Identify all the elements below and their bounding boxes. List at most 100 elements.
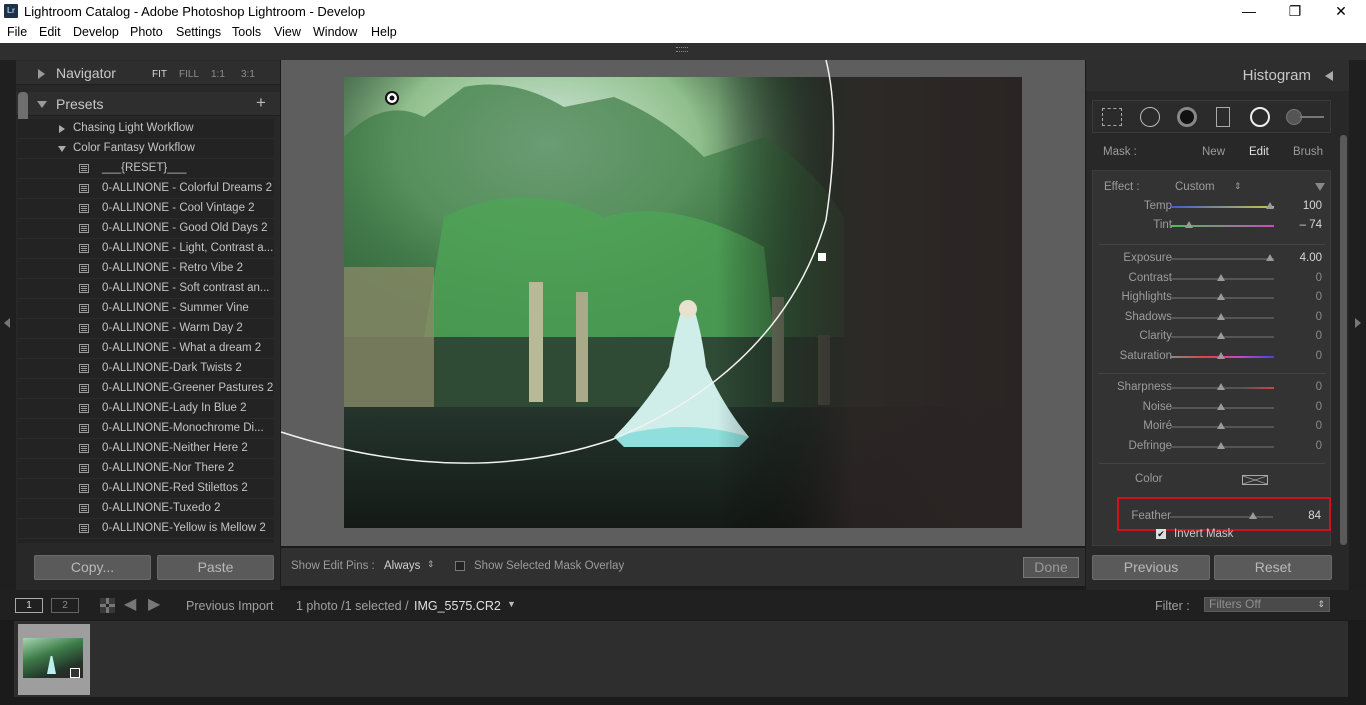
slider-value[interactable]: 100 <box>1303 200 1322 212</box>
navigator-header[interactable]: Navigator FIT FILL 1:1 3:1 <box>16 61 280 85</box>
color-swatch[interactable] <box>1242 475 1268 485</box>
preset-item[interactable]: 0-ALLINONE - Cool Vintage 2 <box>18 199 274 219</box>
slider-value[interactable]: 0 <box>1316 272 1322 284</box>
exposure-slider[interactable]: Exposure 4.00 <box>1093 249 1332 268</box>
image-view[interactable] <box>280 59 1085 546</box>
shadows-slider[interactable]: Shadows 0 <box>1093 308 1332 327</box>
slider-track[interactable] <box>1171 206 1274 208</box>
slider-thumb[interactable] <box>1216 293 1225 300</box>
slider-value[interactable]: – 74 <box>1300 219 1322 231</box>
zoom-fit[interactable]: FIT <box>152 69 167 80</box>
menu-photo[interactable]: Photo <box>130 25 163 39</box>
slider-thumb[interactable] <box>1216 383 1225 390</box>
radial-filter-handle[interactable] <box>818 253 826 261</box>
feather-value[interactable]: 84 <box>1308 510 1321 522</box>
preset-item[interactable]: 0-ALLINONE-Dark Twists 2 <box>18 359 274 379</box>
slider-value[interactable]: 4.00 <box>1300 252 1322 264</box>
menu-view[interactable]: View <box>274 25 301 39</box>
filename[interactable]: IMG_5575.CR2 <box>414 599 501 613</box>
clarity-slider[interactable]: Clarity 0 <box>1093 327 1332 346</box>
reset-button[interactable]: Reset <box>1214 555 1332 580</box>
slider-track[interactable] <box>1171 258 1274 260</box>
slider-thumb[interactable] <box>1216 273 1225 281</box>
back-arrow-icon[interactable]: ◀ <box>124 597 136 613</box>
menu-develop[interactable]: Develop <box>73 25 119 39</box>
filmstrip-thumbnail[interactable] <box>18 624 90 695</box>
histogram-header[interactable]: Histogram <box>1086 60 1349 91</box>
presets-header[interactable]: Presets + <box>16 92 280 116</box>
slider-value[interactable]: 0 <box>1316 311 1322 323</box>
sharpness-slider[interactable]: Sharpness 0 <box>1093 378 1332 397</box>
paste-button[interactable]: Paste <box>157 555 274 580</box>
slider-thumb[interactable] <box>1184 221 1193 228</box>
forward-arrow-icon[interactable]: ▶ <box>148 597 160 613</box>
preset-item[interactable]: 0-ALLINONE-Neither Here 2 <box>18 439 274 459</box>
preset-item[interactable]: 0-ALLINONE - Good Old Days 2 <box>18 219 274 239</box>
moir-slider[interactable]: Moiré 0 <box>1093 417 1332 436</box>
preset-item[interactable]: 0-ALLINONE-Monochrome Di... <box>18 419 274 439</box>
slider-thumb[interactable] <box>1266 202 1274 209</box>
contrast-slider[interactable]: Contrast 0 <box>1093 269 1332 288</box>
preset-item[interactable]: 0-ALLINONE-Nor There 2 <box>18 459 274 479</box>
source-label[interactable]: Previous Import <box>186 599 274 613</box>
left-panel-toggle-icon[interactable] <box>4 318 10 328</box>
slider-thumb[interactable] <box>1216 312 1225 320</box>
radial-filter-icon[interactable] <box>1250 107 1270 127</box>
zoom-fill[interactable]: FILL <box>179 69 199 80</box>
preset-item[interactable]: 0-ALLINONE - Warm Day 2 <box>18 319 274 339</box>
add-preset-icon[interactable]: + <box>256 93 266 113</box>
right-scrollbar[interactable] <box>1340 135 1347 545</box>
tint-slider[interactable]: Tint – 74 <box>1093 216 1332 235</box>
secondary-screen-button[interactable]: 2 <box>51 598 79 613</box>
filename-dropdown-icon[interactable]: ▼ <box>507 599 516 609</box>
mask-edit[interactable]: Edit <box>1249 146 1269 158</box>
top-panel-grip[interactable] <box>676 47 688 52</box>
slider-value[interactable]: 0 <box>1316 440 1322 452</box>
slider-thumb[interactable] <box>1216 351 1225 359</box>
preset-item[interactable]: 0-ALLINONE - What a dream 2 <box>18 339 274 359</box>
preset-item[interactable]: 0-ALLINONE-Lady In Blue 2 <box>18 399 274 419</box>
red-eye-icon[interactable] <box>1177 107 1197 127</box>
menu-file[interactable]: File <box>7 25 27 39</box>
main-screen-button[interactable]: 1 <box>15 598 43 613</box>
crop-tool-icon[interactable] <box>1102 108 1122 126</box>
preset-item[interactable]: 0-ALLINONE - Light, Contrast a... <box>18 239 274 259</box>
preset-item[interactable]: 0-ALLINONE - Retro Vibe 2 <box>18 259 274 279</box>
saturation-slider[interactable]: Saturation 0 <box>1093 347 1332 366</box>
slider-thumb[interactable] <box>1216 332 1225 339</box>
slider-thumb[interactable] <box>1266 254 1274 261</box>
preset-folder-chasing-light[interactable]: Chasing Light Workflow <box>18 119 274 139</box>
show-edit-pins-select[interactable]: Always <box>384 560 420 572</box>
spot-removal-icon[interactable] <box>1140 107 1160 127</box>
previous-button[interactable]: Previous <box>1092 555 1210 580</box>
mask-new[interactable]: New <box>1202 146 1225 158</box>
temp-slider[interactable]: Temp 100 <box>1093 197 1332 216</box>
mask-overlay-checkbox[interactable] <box>455 561 465 571</box>
preset-item[interactable]: 0-ALLINONE-Tuxedo 2 <box>18 499 274 519</box>
menu-edit[interactable]: Edit <box>39 25 61 39</box>
slider-value[interactable]: 0 <box>1316 381 1322 393</box>
menu-tools[interactable]: Tools <box>232 25 261 39</box>
noise-slider[interactable]: Noise 0 <box>1093 398 1332 417</box>
defringe-slider[interactable]: Defringe 0 <box>1093 437 1332 456</box>
grid-view-icon[interactable] <box>100 598 115 613</box>
copy-button[interactable]: Copy... <box>34 555 151 580</box>
invert-mask-checkbox[interactable]: ✔ <box>1156 529 1166 539</box>
right-panel-toggle-icon[interactable] <box>1355 318 1361 328</box>
effect-select[interactable]: Custom <box>1175 181 1215 193</box>
menu-help[interactable]: Help <box>371 25 397 39</box>
slider-value[interactable]: 0 <box>1316 291 1322 303</box>
feather-track[interactable] <box>1170 516 1273 518</box>
preset-item[interactable]: ___{RESET}___ <box>18 159 274 179</box>
preset-item[interactable]: 0-ALLINONE - Summer Vine <box>18 299 274 319</box>
minimize-button[interactable]: — <box>1226 1 1272 21</box>
close-button[interactable]: ✕ <box>1318 1 1364 21</box>
maximize-button[interactable]: ❐ <box>1272 1 1318 21</box>
preset-item[interactable]: 0-ALLINONE-Red Stilettos 2 <box>18 479 274 499</box>
slider-value[interactable]: 0 <box>1316 401 1322 413</box>
done-button[interactable]: Done <box>1023 557 1079 578</box>
slider-value[interactable]: 0 <box>1316 420 1322 432</box>
preset-item[interactable]: 0-ALLINONE - Colorful Dreams 2 <box>18 179 274 199</box>
menu-settings[interactable]: Settings <box>176 25 221 39</box>
preset-item[interactable]: 0-ALLINONE - Soft contrast an... <box>18 279 274 299</box>
